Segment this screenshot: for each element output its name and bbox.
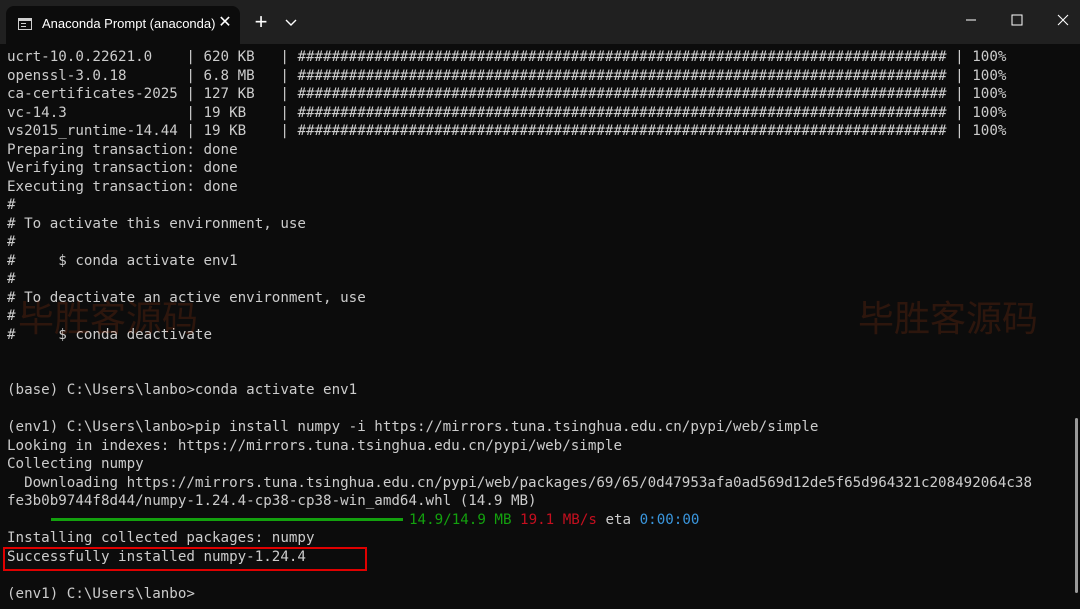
output-line: Looking in indexes: https://mirrors.tuna… [7,437,622,454]
package-percent: 100% [972,104,1007,121]
package-name: vc-14.3 [7,104,178,121]
download-amount: 14.9/14.9 MB [409,511,512,528]
output-line: Verifying transaction: done [7,160,238,176]
output-line: fe3b0b9744f8d44/numpy-1.24.4-cp38-cp38-w… [7,493,537,509]
package-row: ca-certificates-2025 | 127 KB | ########… [7,86,1007,102]
package-progress-bar: ########################################… [297,123,947,139]
package-size: 19 KB [203,104,281,121]
package-row: openssl-3.0.18 | 6.8 MB | ##############… [7,67,1007,84]
package-name: ucrt-10.0.22621.0 [7,49,178,65]
new-tab-button[interactable]: + [248,10,274,36]
output-line: # [7,197,16,213]
package-name: vs2015_runtime-14.44 [7,123,178,139]
package-size: 620 KB [203,49,281,65]
package-name: openssl-3.0.18 [7,67,178,84]
maximize-button[interactable] [994,0,1040,40]
eta-label: eta [605,511,632,528]
close-window-button[interactable] [1040,0,1080,40]
output-line: # $ conda activate env1 [7,252,238,269]
output-line: # [7,234,16,250]
package-row: vs2015_runtime-14.44 | 19 KB | #########… [7,123,1007,139]
package-percent: 100% [972,67,1007,84]
chevron-down-icon[interactable] [280,12,302,34]
package-row: vc-14.3 | 19 KB | ######################… [7,104,1007,121]
output-line: Executing transaction: done [7,178,238,195]
package-row: ucrt-10.0.22621.0 | 620 KB | ###########… [7,49,1007,65]
package-progress-bar: ########################################… [297,67,947,84]
highlight-box [3,547,367,571]
package-progress-bar: ########################################… [297,49,947,65]
close-tab-button[interactable]: ✕ [214,12,236,34]
download-progress: 14.9/14.9 MB 19.1 MB/s eta 0:00:00 [7,511,1073,530]
tab-anaconda-prompt[interactable]: Anaconda Prompt (anaconda) ✕ [6,6,240,44]
title-bar: Anaconda Prompt (anaconda) ✕ + [0,0,1080,44]
output-line: Collecting numpy [7,456,144,472]
tab-title: Anaconda Prompt (anaconda) [42,16,216,31]
prompt-line[interactable]: (env1) C:\Users\lanbo> [7,585,1073,604]
package-progress-bar: ########################################… [297,104,947,121]
package-size: 127 KB [203,86,281,102]
download-speed: 19.1 MB/s [520,511,597,528]
package-size: 19 KB [203,123,281,139]
output-line: Downloading https://mirrors.tuna.tsinghu… [7,474,1032,491]
command-line: (env1) C:\Users\lanbo>pip install numpy … [7,419,819,435]
watermark-left: 毕胜客源码 [18,299,199,340]
watermark-right: 毕胜客源码 [858,299,1039,340]
minimize-button[interactable] [948,0,994,40]
eta-value: 0:00:00 [639,511,700,528]
output-line: Installing collected packages: numpy [7,530,315,546]
package-percent: 100% [972,49,1007,65]
output-line: # To activate this environment, use [7,215,306,232]
scrollbar-thumb[interactable] [1075,418,1078,593]
output-line: Preparing transaction: done [7,141,238,158]
download-progress-bar [51,518,403,521]
output-line: # [7,271,16,287]
package-name: ca-certificates-2025 [7,86,178,102]
terminal-icon [18,18,32,30]
package-percent: 100% [972,123,1007,139]
command-line: (base) C:\Users\lanbo>conda activate env… [7,382,358,398]
package-percent: 100% [972,86,1007,102]
package-size: 6.8 MB [203,67,281,84]
package-progress-bar: ########################################… [297,86,947,102]
